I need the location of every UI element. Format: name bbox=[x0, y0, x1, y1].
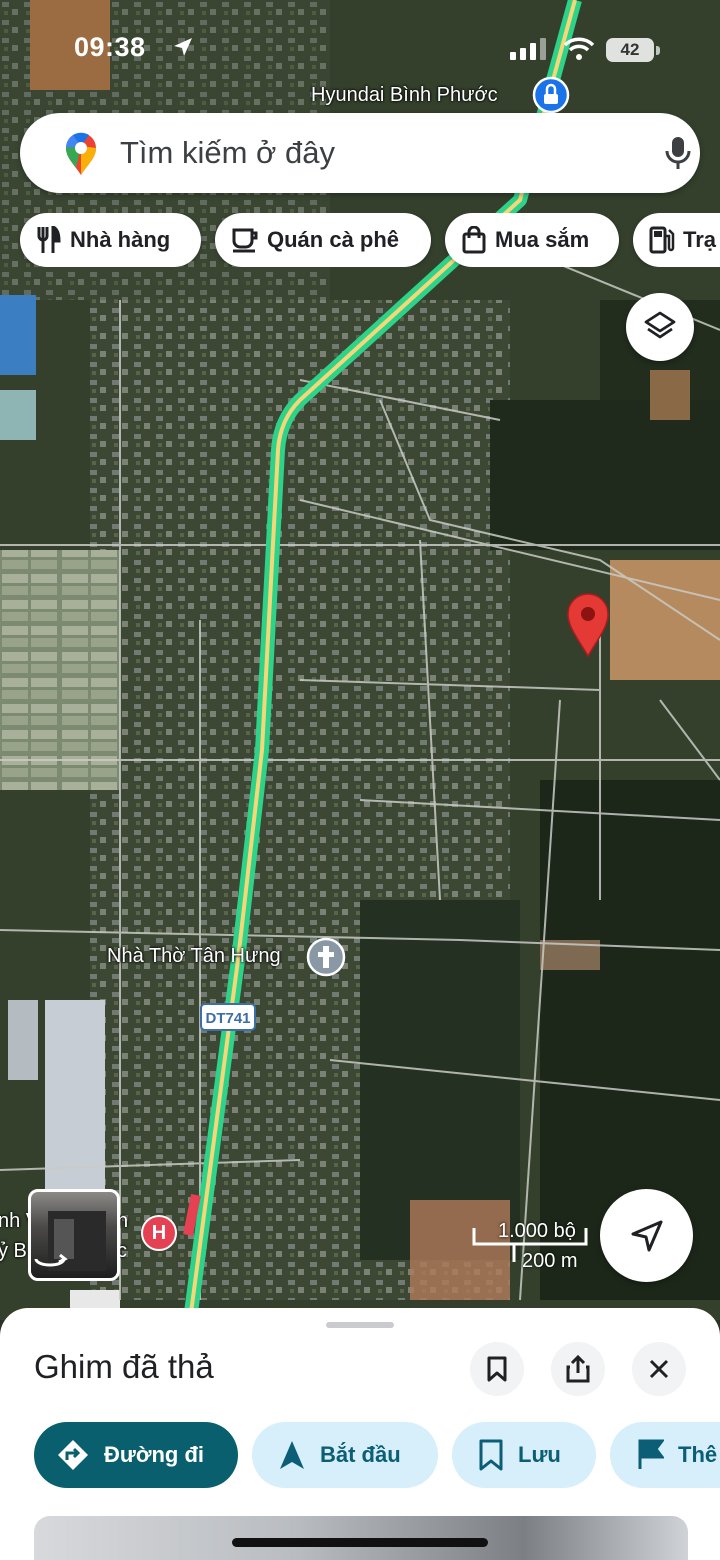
place-bottom-sheet: Ghim đã thả Đường đi Bắt đầu Lưu Thê bbox=[0, 1308, 720, 1560]
hospital-marker[interactable]: H bbox=[141, 1215, 177, 1251]
navigation-arrow-icon bbox=[280, 1441, 304, 1469]
category-chips: Nhà hàng Quán cà phê Mua sắm Trạ bbox=[0, 213, 720, 267]
gas-station-icon bbox=[649, 226, 675, 254]
chip-label: Trạ bbox=[683, 227, 717, 252]
action-buttons-row: Đường đi Bắt đầu Lưu Thê bbox=[0, 1422, 720, 1490]
directions-icon bbox=[58, 1440, 88, 1470]
chip-coffee[interactable]: Quán cà phê bbox=[215, 213, 431, 267]
search-bar[interactable]: Tìm kiếm ở đây bbox=[20, 113, 700, 193]
directions-button[interactable]: Đường đi bbox=[34, 1422, 238, 1488]
place-label-hyundai[interactable]: Hyundai Bình Phước bbox=[311, 84, 498, 107]
bookmark-icon bbox=[487, 1356, 507, 1382]
map-scale-labels: 1.000 bộ 200 m bbox=[472, 1214, 592, 1274]
home-indicator[interactable] bbox=[232, 1538, 488, 1547]
cellular-signal-icon bbox=[510, 38, 546, 60]
google-maps-logo-icon bbox=[65, 132, 96, 175]
bookmark-icon bbox=[479, 1439, 503, 1471]
location-services-icon bbox=[174, 38, 192, 56]
chip-label: Nhà hàng bbox=[70, 227, 171, 252]
battery-tip bbox=[656, 46, 660, 55]
navigation-arrow-icon bbox=[631, 1220, 662, 1251]
scale-metric: 200 m bbox=[522, 1250, 578, 1272]
shopping-bag-icon bbox=[462, 226, 486, 254]
road-shield-dt741: DT741 bbox=[200, 1003, 256, 1031]
layers-icon bbox=[644, 311, 676, 339]
save-label: Lưu bbox=[518, 1442, 561, 1467]
start-button[interactable]: Bắt đầu bbox=[252, 1422, 438, 1488]
save-bookmark-button[interactable] bbox=[470, 1342, 524, 1396]
microphone-icon[interactable] bbox=[664, 135, 692, 171]
sheet-drag-handle[interactable] bbox=[326, 1322, 394, 1328]
save-button[interactable]: Lưu bbox=[452, 1422, 596, 1488]
share-icon bbox=[566, 1355, 590, 1383]
chip-shopping[interactable]: Mua sắm bbox=[445, 213, 619, 267]
chip-gas-station[interactable]: Trạ bbox=[633, 213, 720, 267]
satellite-map[interactable]: DT741 bbox=[0, 0, 720, 1320]
add-label-label: Thê bbox=[678, 1442, 718, 1467]
svg-text:DT741: DT741 bbox=[205, 1010, 250, 1027]
scale-imperial: 1.000 bộ bbox=[498, 1220, 576, 1242]
wifi-icon bbox=[563, 37, 595, 60]
place-label-partial-c[interactable]: ỷ B bbox=[0, 1240, 27, 1263]
layers-button[interactable] bbox=[626, 293, 694, 361]
share-button[interactable] bbox=[551, 1342, 605, 1396]
close-icon bbox=[649, 1359, 669, 1379]
status-time: 09:38 bbox=[74, 32, 146, 62]
close-button[interactable] bbox=[632, 1342, 686, 1396]
chip-label: Mua sắm bbox=[495, 227, 590, 252]
place-label-church[interactable]: Nhà Thờ Tân Hưng bbox=[107, 945, 281, 968]
search-input[interactable]: Tìm kiếm ở đây bbox=[120, 135, 335, 171]
add-label-button[interactable]: Thê bbox=[610, 1422, 720, 1488]
car-dealer-lock-icon[interactable] bbox=[532, 76, 570, 114]
chip-restaurants[interactable]: Nhà hàng bbox=[20, 213, 201, 267]
street-view-thumbnail[interactable] bbox=[28, 1189, 120, 1281]
sheet-title: Ghim đã thả bbox=[34, 1348, 214, 1385]
my-location-button[interactable] bbox=[600, 1189, 693, 1282]
coffee-cup-icon bbox=[232, 228, 258, 253]
status-bar: 09:38 42 bbox=[0, 30, 720, 74]
chip-label: Quán cà phê bbox=[267, 227, 400, 252]
battery-level: 42 bbox=[606, 38, 654, 62]
flag-icon bbox=[638, 1439, 664, 1469]
street-view-rotate-icon bbox=[34, 1211, 106, 1271]
start-label: Bắt đầu bbox=[320, 1442, 401, 1467]
fork-knife-icon bbox=[37, 226, 61, 253]
directions-label: Đường đi bbox=[104, 1442, 204, 1467]
church-cross-icon[interactable] bbox=[306, 937, 346, 977]
